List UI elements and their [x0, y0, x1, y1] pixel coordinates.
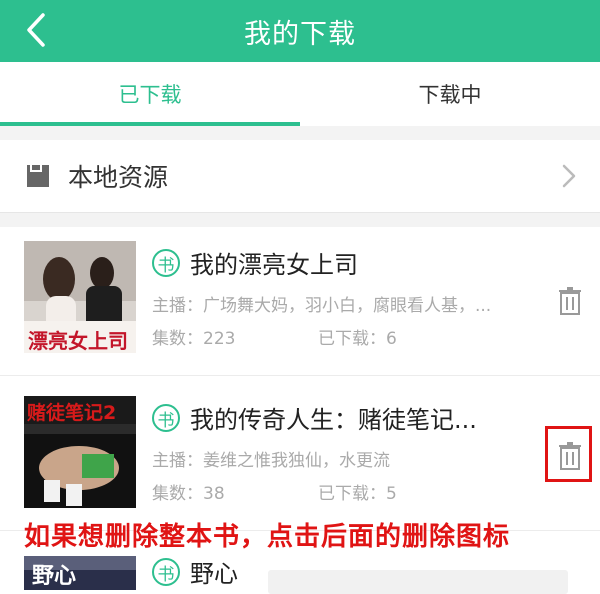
book-cover: 漂亮女上司	[24, 241, 136, 353]
book-badge: 书	[152, 558, 180, 586]
watermark-strip	[268, 570, 568, 594]
item-title: 野心	[190, 560, 238, 588]
chevron-left-icon	[27, 13, 45, 47]
item-anchors: 主播：姜维之惟我独仙，水更流	[152, 451, 390, 471]
trash-icon[interactable]	[558, 287, 582, 315]
tab-bar: 已下载 下载中	[0, 62, 600, 127]
list-item[interactable]: 赌徒笔记2 书 我的传奇人生：赌徒笔记... 主播：姜维之惟我独仙，水更流 集数…	[0, 382, 600, 531]
header-bar: 我的下载	[0, 0, 600, 62]
chevron-right-icon	[562, 164, 576, 188]
list-item[interactable]: 漂亮女上司 书 我的漂亮女上司 主播：广场舞大妈，羽小白，腐眼看人基，... 集…	[0, 227, 600, 376]
item-title: 我的传奇人生：赌徒笔记...	[190, 406, 477, 434]
item-count: 集数：223	[152, 329, 236, 349]
local-resources-row[interactable]: 本地资源	[0, 140, 600, 213]
item-downloaded: 已下载：5	[318, 484, 397, 504]
cover-text: 野心	[32, 564, 77, 589]
item-title: 我的漂亮女上司	[190, 251, 358, 279]
item-count: 集数：38	[152, 484, 225, 504]
section-divider	[0, 213, 600, 227]
book-badge: 书	[152, 249, 180, 277]
book-cover: 野心	[24, 556, 136, 590]
book-cover: 赌徒笔记2	[24, 396, 136, 508]
item-anchors: 主播：广场舞大妈，羽小白，腐眼看人基，...	[152, 296, 492, 316]
back-button[interactable]	[16, 10, 56, 50]
cover-text: 漂亮女上司	[28, 329, 128, 353]
book-badge: 书	[152, 404, 180, 432]
page-title: 我的下载	[244, 18, 356, 50]
local-resources-label: 本地资源	[68, 163, 169, 192]
item-downloaded: 已下载：6	[318, 329, 397, 349]
section-divider	[0, 126, 600, 140]
tab-downloaded[interactable]: 已下载	[0, 62, 300, 126]
delete-highlight-box	[545, 426, 592, 482]
sd-card-icon	[27, 165, 49, 187]
cover-text: 赌徒笔记2	[27, 402, 117, 424]
tab-downloading[interactable]: 下载中	[300, 62, 600, 126]
